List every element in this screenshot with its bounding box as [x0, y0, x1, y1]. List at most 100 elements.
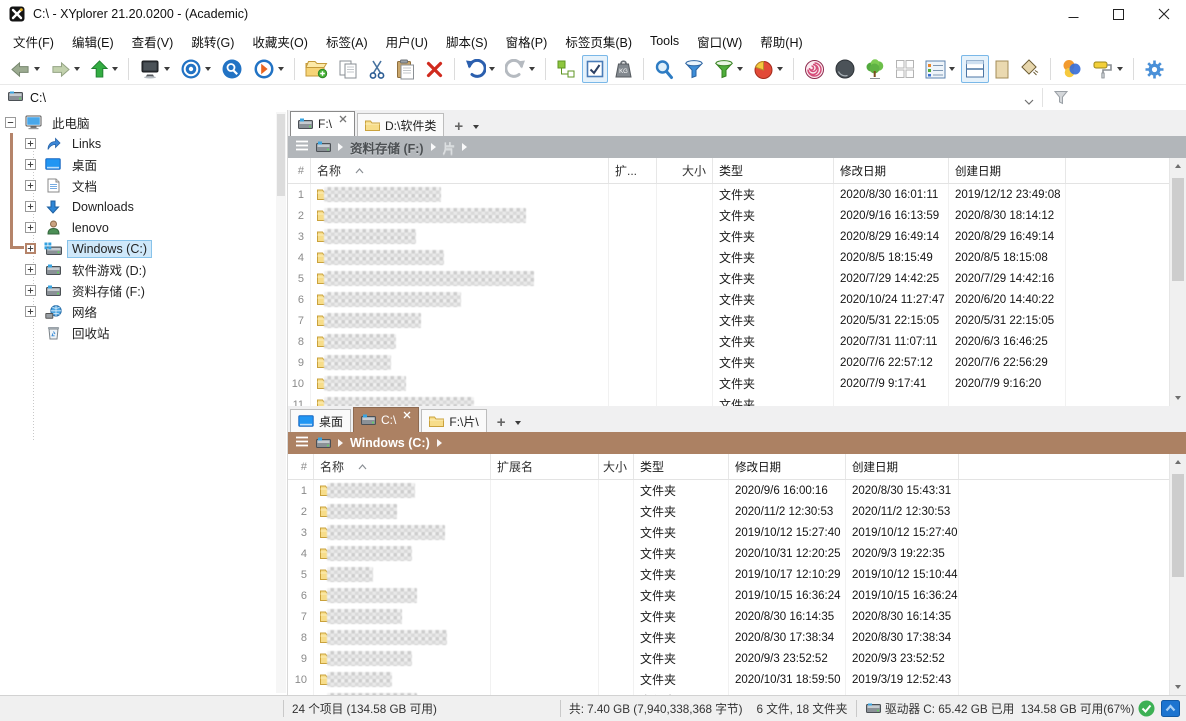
back-button[interactable] — [6, 55, 44, 83]
file-name-cell[interactable] — [311, 310, 609, 331]
tab-C:\[interactable]: C:\ — [353, 407, 420, 432]
file-row[interactable]: 2 文件夹 2020/9/16 16:13:59 2020/8/30 18:14:12 — [288, 205, 1169, 226]
file-name-cell[interactable] — [314, 480, 491, 501]
column-header-ext[interactable]: 扩展名 — [491, 454, 599, 479]
search-circle-button[interactable] — [217, 55, 247, 83]
file-name-cell[interactable] — [311, 268, 609, 289]
tree-item-label[interactable]: 网络 — [67, 300, 102, 323]
menu-item[interactable]: 编辑(E) — [63, 28, 123, 55]
single-pane-button[interactable] — [991, 55, 1013, 83]
tree-item-label[interactable]: Links — [67, 135, 106, 153]
menu-item[interactable]: 跳转(G) — [182, 28, 243, 55]
pie-chart-button[interactable] — [749, 55, 787, 83]
menu-item[interactable]: 标签(A) — [317, 28, 377, 55]
column-header-cre[interactable]: 创建日期 — [846, 454, 959, 479]
pane-menu-icon[interactable] — [295, 436, 309, 450]
tree-item-软件游戏 (D:)[interactable]: 软件游戏 (D:) — [0, 259, 287, 280]
tree-item-label[interactable]: lenovo — [67, 219, 114, 237]
tree-expander-expand[interactable] — [25, 243, 36, 254]
menu-item[interactable]: 文件(F) — [4, 28, 63, 55]
file-row[interactable]: 1 文件夹 2020/8/30 16:01:11 2019/12/12 23:49:0… — [288, 184, 1169, 205]
moon-button[interactable] — [831, 55, 859, 83]
grid-view-button[interactable] — [891, 55, 919, 83]
file-row[interactable]: 6 文件夹 2019/10/15 16:36:24 2019/10/15 16:36:… — [288, 585, 1169, 606]
dropdown-caret-icon[interactable] — [777, 67, 783, 71]
tree-expander-expand[interactable] — [25, 138, 36, 149]
column-header-mod[interactable]: 修改日期 — [729, 454, 846, 479]
column-header-size[interactable]: 大小 — [599, 454, 634, 479]
undo-button[interactable] — [461, 55, 499, 83]
up-button[interactable] — [86, 55, 122, 83]
copy-button[interactable] — [334, 55, 362, 83]
checkbox-button[interactable] — [582, 55, 608, 83]
tab-close-icon[interactable] — [403, 411, 411, 419]
column-header-size[interactable]: 大小 — [657, 158, 713, 183]
tree-view-button[interactable] — [861, 55, 889, 83]
tree-item-文档[interactable]: 文档 — [0, 175, 287, 196]
column-header-num[interactable]: # — [288, 454, 314, 479]
tree-expander-expand[interactable] — [25, 264, 36, 275]
status-up-button[interactable] — [1158, 696, 1186, 721]
paste-button[interactable] — [392, 55, 419, 83]
tree-toggle-button[interactable] — [552, 55, 580, 83]
tree-expander-collapse[interactable] — [5, 117, 16, 128]
tree-item-此电脑[interactable]: 此电脑 — [0, 112, 287, 133]
file-name-cell[interactable] — [314, 627, 491, 648]
minimize-button[interactable] — [1051, 0, 1096, 28]
tree-item-Links[interactable]: Links — [0, 133, 287, 154]
filter-green-button[interactable] — [710, 55, 747, 83]
file-row[interactable]: 4 文件夹 2020/8/5 18:15:49 2020/8/5 18:15:08 — [288, 247, 1169, 268]
file-row[interactable]: 7 文件夹 2020/8/30 16:14:35 2020/8/30 16:14:35 — [288, 606, 1169, 627]
file-row[interactable]: 5 文件夹 2020/7/29 14:42:25 2020/7/29 14:42:16 — [288, 268, 1169, 289]
tree-item-label[interactable]: Downloads — [67, 198, 139, 216]
file-name-cell[interactable] — [314, 501, 491, 522]
file-row[interactable]: 9 文件夹 2020/9/3 23:52:52 2020/9/3 23:52:52 — [288, 648, 1169, 669]
file-name-cell[interactable] — [311, 205, 609, 226]
details-view-button[interactable] — [921, 55, 959, 83]
tab-close-icon[interactable] — [339, 115, 347, 123]
tree-expander-expand[interactable] — [25, 285, 36, 296]
file-name-cell[interactable] — [311, 247, 609, 268]
dropdown-caret-icon[interactable] — [1117, 67, 1123, 71]
tab-list-caret-icon[interactable] — [473, 125, 480, 129]
file-name-cell[interactable] — [314, 606, 491, 627]
menu-item[interactable]: 用户(U) — [377, 28, 437, 55]
file-row[interactable]: 4 文件夹 2020/10/31 12:20:25 2020/9/3 19:22:35 — [288, 543, 1169, 564]
tree-item-桌面[interactable]: 桌面 — [0, 154, 287, 175]
column-header-name[interactable]: 名称 — [314, 454, 491, 479]
tab-list-caret-icon[interactable] — [515, 421, 522, 425]
file-row[interactable]: 10 文件夹 2020/10/31 18:59:50 2019/3/19 12:52:… — [288, 669, 1169, 690]
dropdown-caret-icon[interactable] — [164, 67, 170, 71]
tree-item-Windows (C:)[interactable]: Windows (C:) — [0, 238, 287, 259]
dropdown-caret-icon[interactable] — [949, 67, 955, 71]
pane-scrollbar[interactable] — [1169, 454, 1186, 695]
column-header-name[interactable]: 名称 — [311, 158, 609, 183]
filter-blue-button[interactable] — [680, 55, 708, 83]
scrollbar-up-button[interactable] — [1170, 158, 1186, 174]
file-name-cell[interactable] — [314, 543, 491, 564]
tree-item-资料存储 (F:)[interactable]: 资料存储 (F:) — [0, 280, 287, 301]
file-row[interactable]: 6 文件夹 2020/10/24 11:27:47 2020/6/20 14:40:2… — [288, 289, 1169, 310]
breadcrumb-segment[interactable]: 片 — [443, 138, 456, 157]
menu-item[interactable]: 帮助(H) — [751, 28, 811, 55]
dropdown-caret-icon[interactable] — [489, 67, 495, 71]
tree-item-lenovo[interactable]: lenovo — [0, 217, 287, 238]
file-name-cell[interactable] — [311, 331, 609, 352]
tree-item-label[interactable]: 桌面 — [67, 153, 102, 176]
tree-item-label[interactable]: 此电脑 — [47, 111, 95, 134]
address-path[interactable]: C:\ — [30, 91, 46, 105]
menu-item[interactable]: 收藏夹(O) — [243, 28, 317, 55]
dropdown-caret-icon[interactable] — [278, 67, 284, 71]
tree-item-label[interactable]: 软件游戏 (D:) — [67, 258, 151, 281]
dropdown-caret-icon[interactable] — [34, 67, 40, 71]
menu-item[interactable]: 标签页集(B) — [556, 28, 641, 55]
scrollbar-thumb[interactable] — [1172, 178, 1184, 281]
file-name-cell[interactable] — [314, 648, 491, 669]
scrollbar-down-button[interactable] — [1170, 390, 1186, 406]
go-circle-button[interactable] — [249, 55, 288, 83]
file-name-cell[interactable] — [311, 184, 609, 205]
menu-item[interactable]: 脚本(S) — [437, 28, 497, 55]
column-header-ext[interactable]: 扩... — [609, 158, 657, 183]
paint-roller-button[interactable] — [1088, 55, 1127, 83]
cut-button[interactable] — [364, 55, 390, 83]
